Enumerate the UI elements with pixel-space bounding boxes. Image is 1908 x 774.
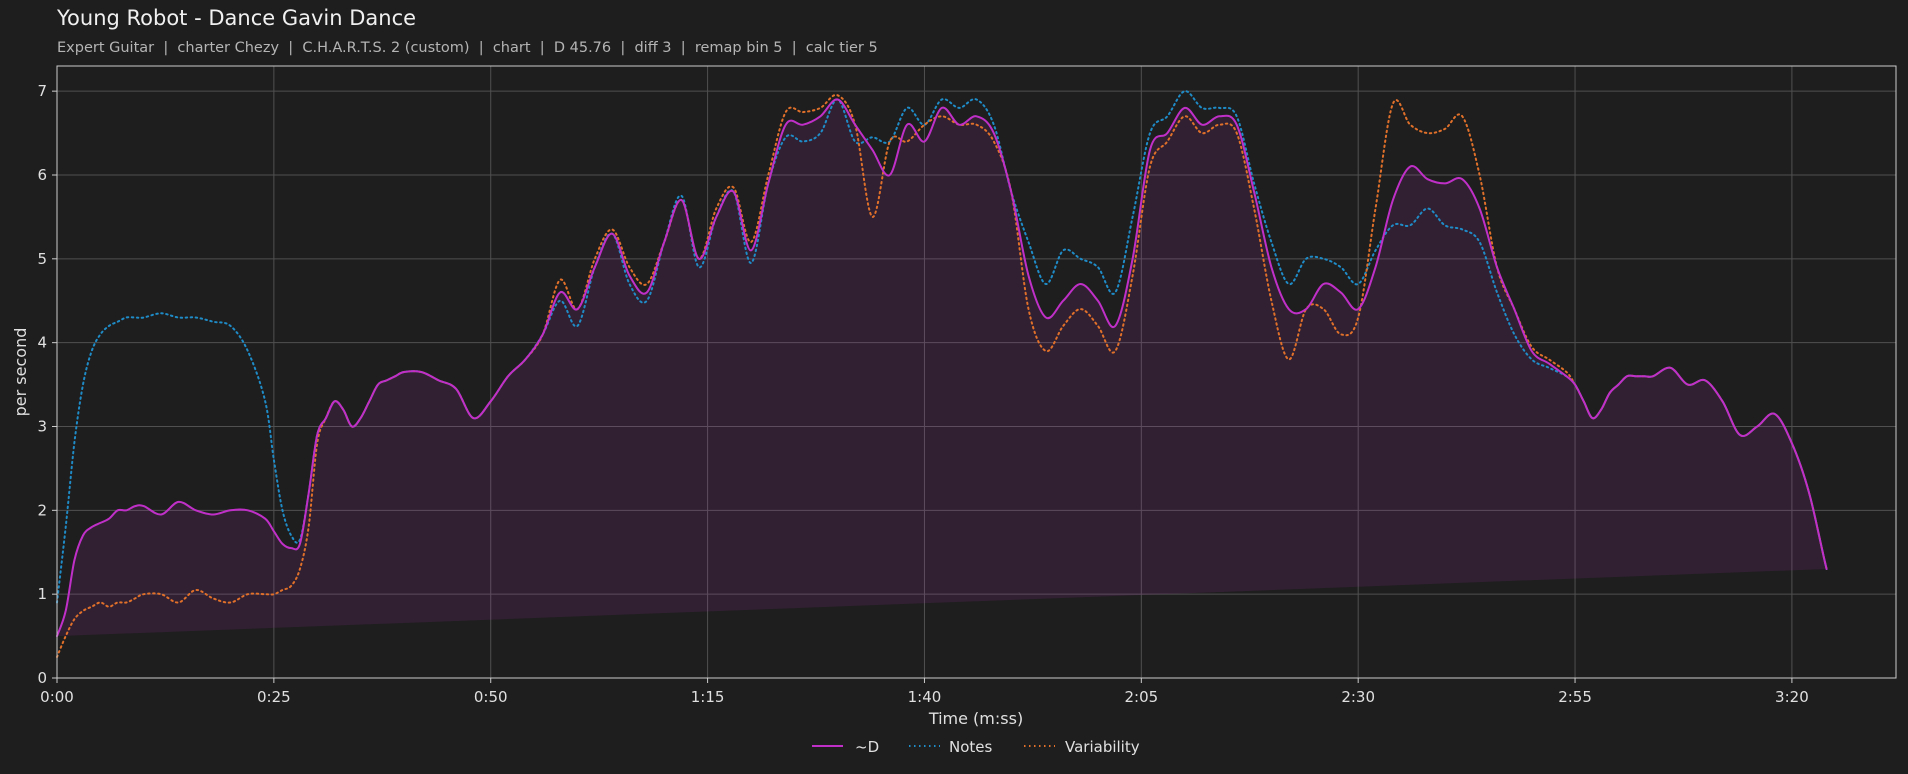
legend-label: Notes: [949, 738, 993, 756]
x-tick-label: 1:40: [908, 688, 942, 706]
x-tick-label: 0:50: [474, 688, 508, 706]
y-tick-label: 7: [37, 82, 47, 100]
y-tick-label: 0: [37, 669, 47, 687]
x-tick-label: 0:00: [40, 688, 74, 706]
x-tick-label: 2:30: [1341, 688, 1375, 706]
x-tick-label: 2:55: [1558, 688, 1592, 706]
y-tick-label: 5: [37, 250, 47, 268]
y-axis-label: per second: [11, 328, 30, 417]
chart-root: Young Robot - Dance Gavin Dance Expert G…: [0, 0, 1908, 774]
x-tick-label: 3:20: [1775, 688, 1809, 706]
y-tick-label: 6: [37, 166, 47, 184]
x-tick-label: 2:05: [1124, 688, 1158, 706]
x-tick-label: 0:25: [257, 688, 291, 706]
y-tick-label: 2: [37, 501, 47, 519]
chart-svg: 0:00 0:25 0:50 1:15 1:40 2:05 2:30 2:55 3:20 0 1 2 3…: [11, 65, 1897, 756]
x-axis-label: Time (m:ss): [928, 709, 1023, 728]
y-tick-label: 3: [37, 417, 47, 435]
legend: ~D Notes Variability: [812, 738, 1140, 756]
legend-label: Variability: [1065, 738, 1140, 756]
y-tick-label: 4: [37, 334, 47, 352]
x-tick-label: 1:15: [691, 688, 725, 706]
y-tick-label: 1: [37, 585, 47, 603]
legend-label: ~D: [855, 738, 879, 756]
